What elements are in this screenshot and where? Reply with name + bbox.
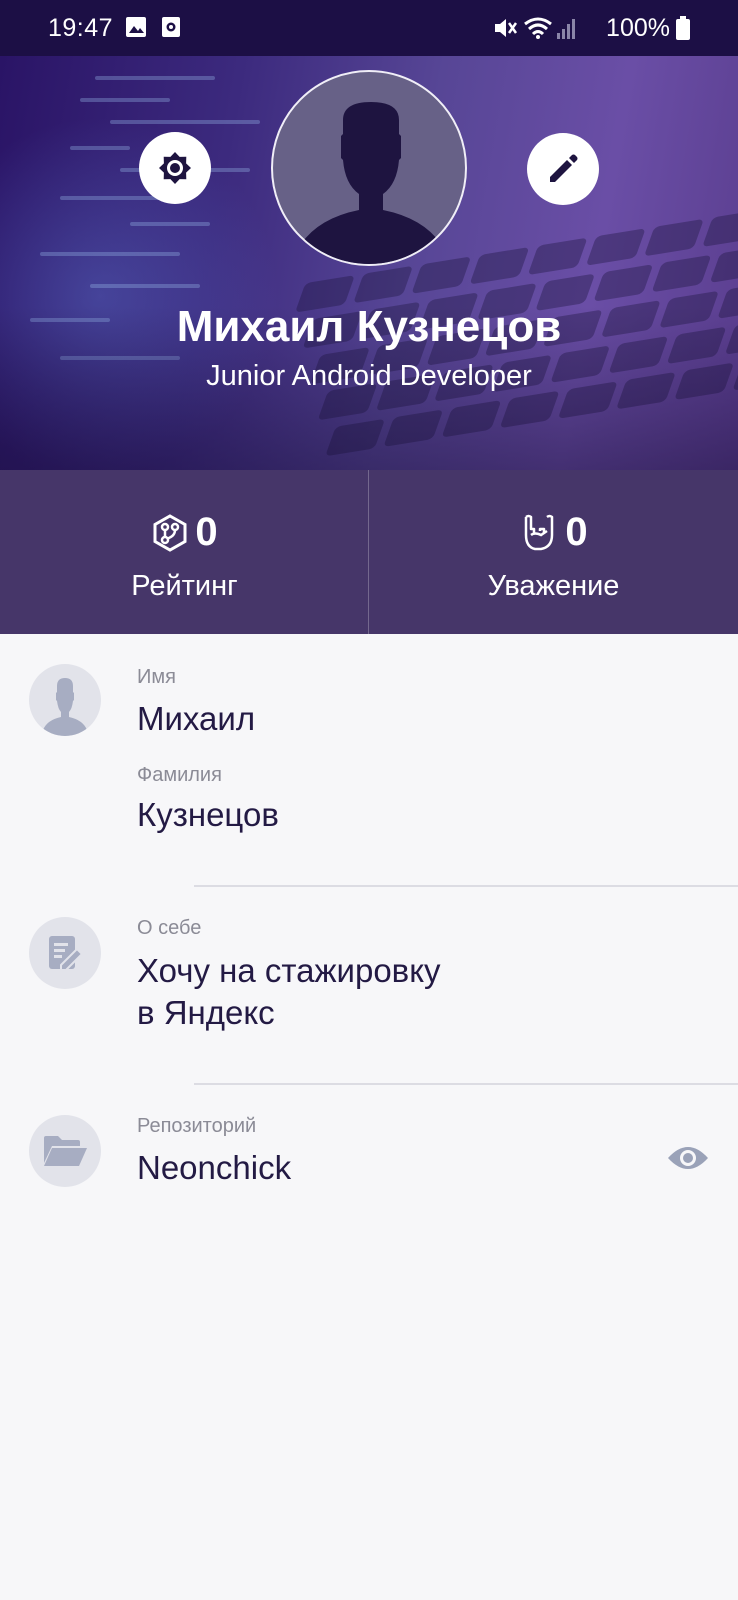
rating-stat[interactable]: 0 Рейтинг: [0, 470, 369, 634]
last-name-value[interactable]: Кузнецов: [137, 794, 279, 836]
person-icon: [43, 678, 87, 736]
about-value-line-1[interactable]: Хочу на стажировку: [137, 950, 441, 992]
battery-percent: 100%: [606, 14, 670, 42]
respect-label: Уважение: [487, 570, 620, 602]
settings-icon: [159, 152, 191, 184]
edit-profile-button[interactable]: [527, 133, 599, 205]
rating-value: 0: [195, 510, 218, 554]
last-name-label: Фамилия: [137, 764, 222, 786]
person-silhouette-icon: [301, 102, 441, 264]
profile-avatar[interactable]: [271, 70, 467, 266]
mute-icon: [495, 19, 518, 37]
profile-details: Имя Михаил Фамилия Кузнецов О себе Хочу …: [0, 634, 738, 1600]
document-edit-icon: [49, 936, 84, 971]
profile-job-title: Junior Android Developer: [206, 360, 532, 392]
repository-label: Репозиторий: [137, 1115, 257, 1137]
gallery-icon: [126, 17, 146, 37]
screen-record-icon: [162, 17, 180, 37]
settings-button[interactable]: [139, 132, 211, 204]
section-divider: [194, 885, 738, 887]
name-section-icon: [29, 664, 101, 736]
view-repository-button[interactable]: [667, 1143, 709, 1173]
about-label: О себе: [137, 917, 202, 939]
first-name-label: Имя: [137, 666, 176, 688]
repository-value[interactable]: Neonchick: [137, 1147, 291, 1189]
stats-bar: 0 Рейтинг 0 Уважение: [0, 470, 738, 634]
about-value-line-2[interactable]: в Яндекс: [137, 992, 275, 1034]
section-divider: [194, 1083, 738, 1085]
rating-label: Рейтинг: [131, 570, 238, 602]
repository-section-icon: [29, 1115, 101, 1187]
about-section-icon: [29, 917, 101, 989]
respect-value: 0: [565, 510, 588, 554]
first-name-value[interactable]: Михаил: [137, 698, 255, 740]
edit-pencil-icon: [550, 154, 578, 182]
respect-stat[interactable]: 0 Уважение: [369, 470, 738, 634]
rock-hand-icon: [525, 514, 554, 550]
status-bar: 19:47 100%: [0, 0, 738, 56]
profile-header: Михаил Кузнецов Junior Android Developer: [0, 56, 738, 470]
wifi-icon: [524, 17, 552, 39]
eye-icon: [668, 1147, 708, 1169]
folder-open-icon: [44, 1136, 87, 1166]
status-time: 19:47: [48, 14, 114, 42]
battery-icon: [676, 16, 690, 40]
signal-icon: [557, 19, 575, 39]
profile-name: Михаил Кузнецов: [176, 302, 562, 351]
rating-hexagon-icon: [153, 513, 187, 552]
